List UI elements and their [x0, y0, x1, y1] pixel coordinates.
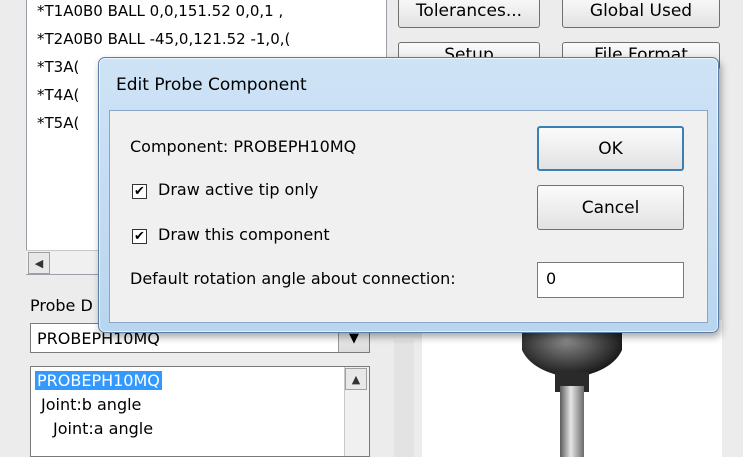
- edit-probe-component-dialog: Edit Probe Component Component: PROBEPH1…: [98, 57, 719, 333]
- draw-active-tip-label[interactable]: Draw active tip only: [158, 180, 318, 199]
- draw-this-component-label[interactable]: Draw this component: [158, 225, 330, 244]
- list-item[interactable]: *T4A(: [37, 86, 79, 104]
- probe-label: Probe D: [30, 296, 93, 315]
- list-item[interactable]: *T3A(: [37, 58, 79, 76]
- dialog-title: Edit Probe Component: [116, 75, 307, 95]
- scroll-up-arrow-icon[interactable]: ▲: [345, 368, 367, 390]
- cancel-button[interactable]: Cancel: [537, 185, 684, 230]
- list-item[interactable]: *T2A0B0 BALL -45,0,121.52 -1,0,(: [37, 30, 290, 48]
- draw-this-component-checkbox[interactable]: ✔: [132, 229, 147, 244]
- draw-active-tip-checkbox[interactable]: ✔: [132, 184, 147, 199]
- rotation-angle-value: 0: [546, 269, 557, 288]
- ok-button[interactable]: OK: [537, 126, 684, 171]
- list-item[interactable]: *T1A0B0 BALL 0,0,151.52 0,0,1 ,: [37, 2, 283, 20]
- splitter[interactable]: [394, 340, 414, 457]
- rotation-angle-label: Default rotation angle about connection:: [130, 269, 456, 288]
- probe-image: [522, 315, 622, 457]
- global-used-button[interactable]: Global Used: [562, 0, 720, 28]
- probe-preview: [422, 315, 722, 457]
- vertical-scrollbar[interactable]: ▲: [344, 367, 369, 456]
- tolerances-button[interactable]: Tolerances...: [398, 0, 540, 28]
- tree-item-joint-a[interactable]: Joint:a angle: [53, 419, 153, 438]
- component-label: Component: PROBEPH10MQ: [130, 137, 357, 156]
- tree-item-probeph10mq[interactable]: PROBEPH10MQ: [35, 371, 162, 390]
- probe-tree[interactable]: PROBEPH10MQ Joint:b angle Joint:a angle …: [30, 366, 370, 457]
- list-item[interactable]: *T5A(: [37, 114, 79, 132]
- dialog-body: Component: PROBEPH10MQ ✔ Draw active tip…: [109, 110, 708, 323]
- scroll-left-arrow-icon[interactable]: ◀: [28, 252, 50, 274]
- rotation-angle-input[interactable]: 0: [537, 262, 684, 298]
- tree-item-joint-b[interactable]: Joint:b angle: [41, 395, 141, 414]
